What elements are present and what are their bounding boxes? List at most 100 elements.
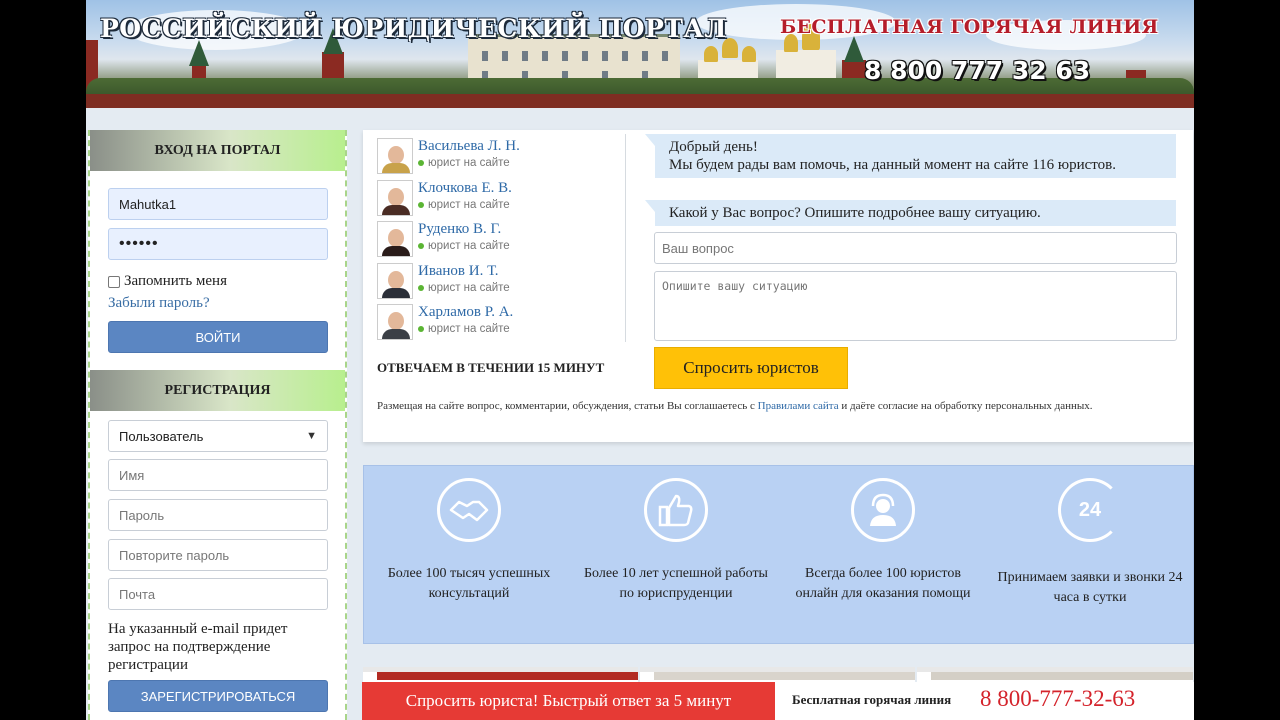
ask-lawyer-strip-button[interactable]: Спросить юриста! Быстрый ответ за 5 мину… [362, 682, 775, 720]
lawyer-name[interactable]: Иванов И. Т. [418, 263, 510, 280]
lawyer-name[interactable]: Васильева Л. Н. [418, 138, 520, 155]
greeting-line2: Мы будем рады вам помочь, на данный моме… [669, 157, 1116, 173]
chevron-down-icon: ▼ [306, 430, 317, 442]
lawyer-info: Руденко В. Г. юрист на сайте [418, 221, 510, 252]
lawyer-status-text: юрист на сайте [428, 198, 510, 211]
feature-24-hours: 24 Принимаем заявки и звонки 24 часа в с… [995, 478, 1185, 608]
support-operator-icon [851, 478, 915, 542]
lawyer-avatar[interactable] [377, 179, 413, 216]
name-placeholder: Имя [119, 467, 145, 483]
repeat-password-placeholder: Повторите пароль [119, 547, 230, 563]
lawyer-name[interactable]: Харламов Р. А. [418, 304, 513, 321]
lawyer-item[interactable]: Клочкова Е. В. юрист на сайте [377, 179, 512, 218]
lawyer-item[interactable]: Руденко В. Г. юрист на сайте [377, 221, 510, 259]
divider [625, 134, 626, 342]
prompt-bubble: Какой у Вас вопрос? Опишите подробнее ва… [645, 200, 1176, 226]
golden-dome [704, 46, 718, 62]
lawyer-item[interactable]: Иванов И. Т. юрист на сайте [377, 262, 510, 301]
terms-before: Размещая на сайте вопрос, комментарии, о… [377, 400, 755, 412]
bottom-hotline-label: Бесплатная горячая линия [792, 692, 952, 707]
lawyer-status-text: юрист на сайте [428, 323, 510, 335]
password-placeholder: Пароль [119, 507, 165, 523]
email-input[interactable]: Почта [108, 578, 328, 610]
lawyer-status: юрист на сайте [418, 323, 513, 335]
terms-text: Размещая на сайте вопрос, комментарии, о… [377, 400, 1187, 413]
golden-dome [742, 46, 756, 62]
ask-lawyer-card: Васильева Л. Н. юрист на сайте Клочкова Е.… [363, 130, 1193, 442]
lawyer-avatar[interactable] [377, 304, 413, 340]
clock-24-icon: 24 [1058, 478, 1122, 542]
lawyer-status-text: юрист на сайте [428, 240, 510, 252]
lawyer-name[interactable]: Руденко В. Г. [418, 221, 510, 238]
registration-note: На указанный e-mail придет запрос на под… [108, 621, 288, 673]
online-dot-icon [418, 326, 424, 332]
feature-text: Принимаем заявки и звонки 24 часа в сутк… [997, 570, 1183, 605]
header-banner: РОССИЙСКИЙ ЮРИДИЧЕСКИЙ ПОРТАЛ БЕСПЛАТНАЯ… [86, 0, 1194, 108]
online-dot-icon [418, 243, 424, 249]
register-button[interactable]: ЗАРЕГИСТРИРОВАТЬСЯ [108, 680, 328, 712]
lawyer-avatar[interactable] [377, 262, 413, 299]
register-password-input[interactable]: Пароль [108, 499, 328, 531]
handshake-icon [437, 478, 501, 542]
forgot-password-link[interactable]: Забыли пароль? [108, 295, 210, 312]
tower-roof [189, 40, 209, 66]
online-dot-icon [418, 160, 424, 166]
features-panel: Более 100 тысяч успешных консультаций Бо… [363, 465, 1194, 644]
lawyer-status: юрист на сайте [418, 240, 510, 252]
feature-online-lawyers: Всегда более 100 юристов онлайн для оказ… [788, 478, 978, 604]
registration-heading: РЕГИСТРАЦИЯ [90, 370, 345, 411]
password-input[interactable]: •••••• [108, 228, 328, 260]
question-placeholder: Ваш вопрос [662, 240, 734, 256]
remember-label: Запомнить меня [124, 273, 227, 289]
answer-time: ОТВЕЧАЕМ В ТЕЧЕНИИ 15 МИНУТ [377, 360, 605, 375]
role-select[interactable]: Пользователь ▼ [108, 420, 328, 452]
situation-placeholder: Опишите вашу ситуацию [662, 279, 808, 293]
lawyer-item[interactable]: Васильева Л. Н. юрист на сайте [377, 138, 520, 176]
online-dot-icon [418, 201, 424, 208]
terms-after: и даёте согласие на обработку персональн… [841, 400, 1093, 412]
ask-lawyers-button[interactable]: Спросить юристов [654, 347, 848, 389]
remember-me[interactable]: Запомнить меня [108, 273, 227, 290]
login-button[interactable]: ВОЙТИ [108, 321, 328, 353]
lawyer-info: Харламов Р. А. юрист на сайте [418, 304, 513, 335]
username-input[interactable]: Mahutka1 [108, 188, 328, 220]
feature-text: Более 10 лет успешной работы по юриспруд… [584, 566, 768, 601]
hotline-phone[interactable]: 8 800 777 32 63 [864, 56, 1090, 85]
bottom-hotline-phone[interactable]: 8 800-777-32-63 [980, 686, 1135, 712]
lawyer-info: Иванов И. Т. юрист на сайте [418, 263, 510, 294]
site-rules-link[interactable]: Правилами сайта [758, 400, 839, 412]
sticky-bottom-bar: Спросить юриста! Быстрый ответ за 5 мину… [362, 682, 1194, 720]
thumbs-up-icon [644, 478, 708, 542]
email-placeholder: Почта [119, 586, 156, 602]
feature-text: Более 100 тысяч успешных консультаций [387, 566, 551, 601]
feature-consultations: Более 100 тысяч успешных консультаций [374, 478, 564, 604]
question-input[interactable]: Ваш вопрос [654, 232, 1177, 264]
remember-checkbox[interactable] [108, 275, 120, 288]
lawyer-avatar[interactable] [377, 138, 413, 174]
situation-textarea[interactable]: Опишите вашу ситуацию [654, 271, 1177, 341]
sidebar: ВХОД НА ПОРТАЛ Mahutka1 •••••• Запомнить… [88, 130, 347, 720]
lawyer-status: юрист на сайте [418, 199, 512, 211]
lawyer-avatar[interactable] [377, 221, 413, 257]
clock-24-badge: 24 [1078, 498, 1102, 521]
greeting-line1: Добрый день! [669, 139, 758, 155]
greeting-bubble: Добрый день! Мы будем рады вам помочь, н… [645, 134, 1176, 178]
lawyer-status: юрист на сайте [418, 157, 520, 169]
lawyer-item[interactable]: Харламов Р. А. юрист на сайте [377, 304, 513, 342]
kremlin-wall [86, 94, 1194, 108]
feature-text: Всегда более 100 юристов онлайн для оказ… [795, 566, 971, 601]
online-dot-icon [418, 284, 424, 291]
login-heading: ВХОД НА ПОРТАЛ [90, 130, 345, 171]
role-select-value: Пользователь [119, 428, 204, 444]
name-input[interactable]: Имя [108, 459, 328, 491]
tower-roof [844, 36, 864, 62]
lawyer-name[interactable]: Клочкова Е. В. [418, 180, 512, 197]
repeat-password-input[interactable]: Повторите пароль [108, 539, 328, 571]
lawyer-status-text: юрист на сайте [428, 157, 510, 169]
lawyer-info: Клочкова Е. В. юрист на сайте [418, 180, 512, 211]
lawyer-status: юрист на сайте [418, 282, 510, 294]
lawyer-status-text: юрист на сайте [428, 281, 510, 294]
lawyer-info: Васильева Л. Н. юрист на сайте [418, 138, 520, 169]
hotline-title: БЕСПЛАТНАЯ ГОРЯЧАЯ ЛИНИЯ [780, 16, 1159, 38]
portal-title[interactable]: РОССИЙСКИЙ ЮРИДИЧЕСКИЙ ПОРТАЛ [100, 14, 727, 43]
